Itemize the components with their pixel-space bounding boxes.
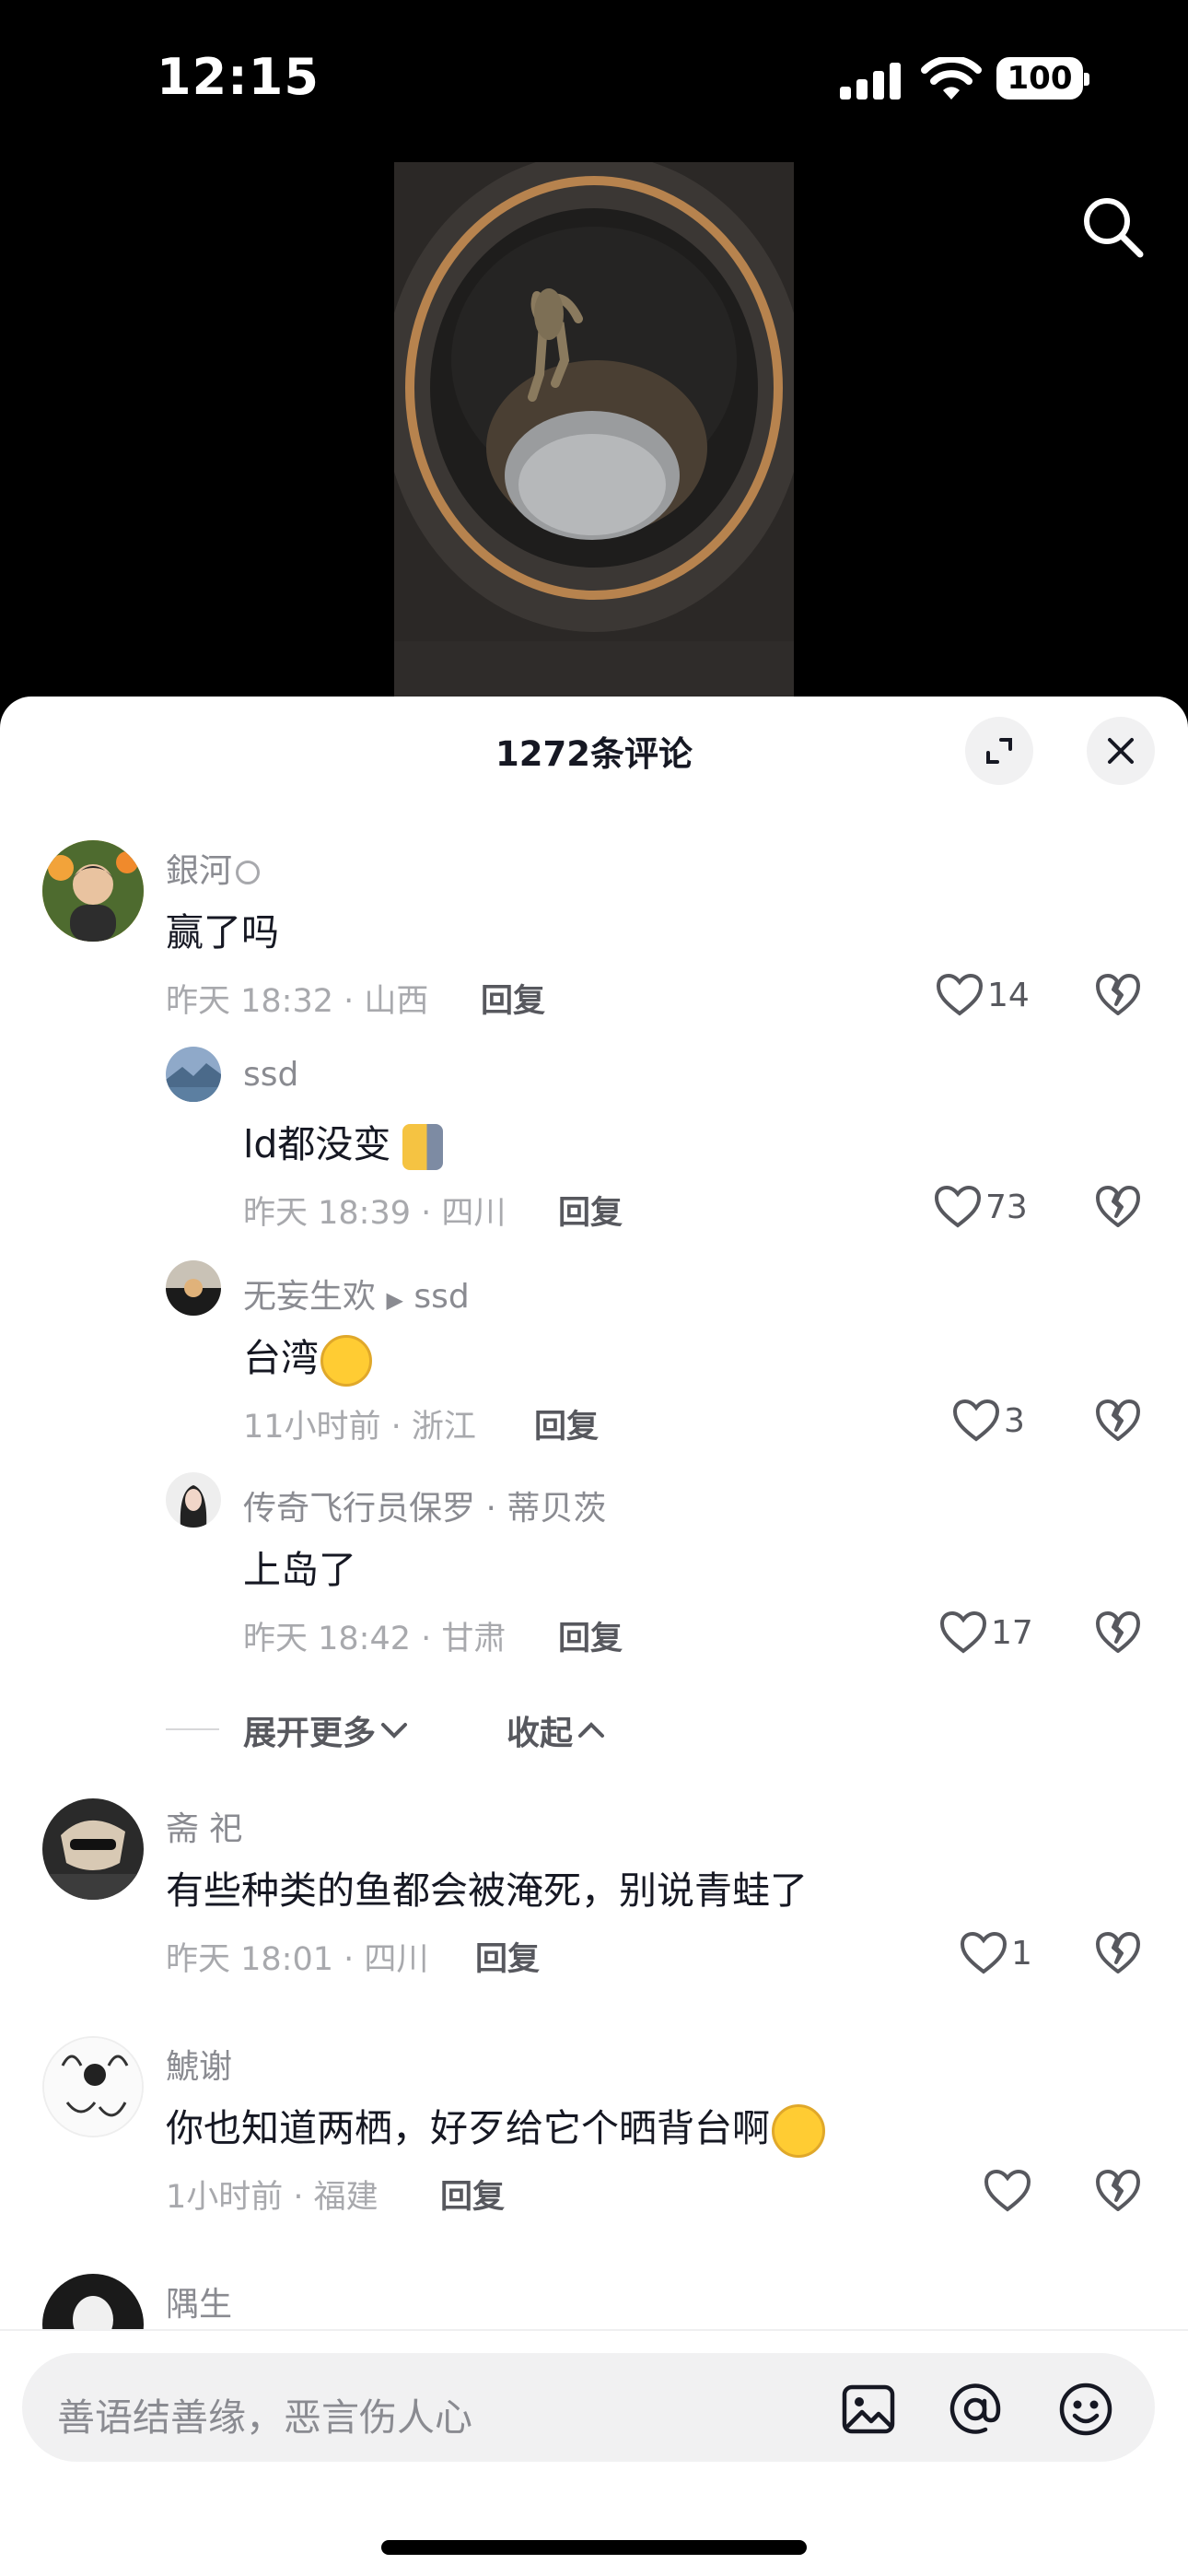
comment-text: 赢了吗: [166, 910, 279, 954]
comment-username[interactable]: ssd: [243, 1056, 298, 1094]
comment-meta: 昨天 18:32 · 山西: [166, 983, 429, 1020]
status-bar: 12:15 100: [0, 0, 1188, 157]
heart-icon: [952, 1399, 1000, 1442]
comment-meta: 昨天 18:39 · 四川: [243, 1195, 507, 1232]
dislike-heart-icon[interactable]: [1094, 1609, 1142, 1657]
grinning-sweat-emoji-icon: [772, 2104, 825, 2158]
mention-icon[interactable]: [947, 2381, 1004, 2438]
expand-sheet-button[interactable]: [965, 717, 1033, 785]
reply-arrow-icon: ▶: [386, 1287, 403, 1313]
search-icon[interactable]: [1077, 192, 1147, 262]
comment-username[interactable]: 隅生: [166, 2277, 232, 2325]
comment-username[interactable]: 銀河: [166, 844, 261, 892]
video-frame-image: [394, 162, 794, 697]
like-count: 14: [987, 976, 1030, 1014]
cat-emoji-icon: [402, 1124, 444, 1170]
thread-divider: [166, 1728, 219, 1730]
cellular-signal-icon: [840, 63, 901, 100]
like-button[interactable]: 14: [936, 971, 1030, 1019]
laughing-tears-emoji-icon: [320, 1335, 372, 1387]
chevron-up-icon: [578, 1722, 605, 1738]
comment-username[interactable]: 鯱谢: [166, 2040, 232, 2088]
emoji-icon[interactable]: [1057, 2381, 1114, 2438]
reply-to-user[interactable]: ssd: [413, 1278, 469, 1316]
input-placeholder: 善语结善缘，恶言伤人心: [57, 2395, 472, 2440]
avatar[interactable]: [166, 1472, 221, 1528]
expand-icon: [986, 738, 1012, 764]
reply-button[interactable]: 回复: [558, 1612, 623, 1659]
close-icon: [1108, 738, 1134, 764]
dislike-heart-icon[interactable]: [1094, 2167, 1142, 2215]
close-button[interactable]: [1087, 717, 1155, 785]
video-player[interactable]: [394, 162, 794, 697]
heart-icon: [936, 973, 984, 1016]
like-count: 3: [1004, 1401, 1025, 1440]
battery-indicator: 100: [996, 57, 1089, 100]
chevron-down-icon: [381, 1723, 408, 1739]
comment-input[interactable]: 善语结善缘，恶言伤人心: [22, 2353, 1155, 2462]
wifi-icon: [921, 57, 982, 100]
status-time: 12:15: [157, 48, 320, 106]
comment-sheet: 1272条评论 銀河 赢了吗 昨天 18:32 · 山西 回复 14 ssd l: [0, 697, 1188, 2576]
comment-meta: 11小时前 · 浙江: [243, 1409, 476, 1446]
comment-meta: 昨天 18:01 · 四川: [166, 1941, 429, 1978]
comment-text: 有些种类的鱼都会被淹死，别说青蛙了: [166, 1868, 808, 1913]
comment-username[interactable]: 传奇飞行员保罗 · 蒂贝茨: [243, 1481, 606, 1529]
comment-text: ld都没变: [243, 1113, 444, 1170]
verified-badge-icon: [236, 861, 261, 884]
avatar[interactable]: [42, 2036, 144, 2137]
heart-icon: [960, 1931, 1007, 1974]
comment-text: 上岛了: [243, 1548, 356, 1592]
like-button[interactable]: 17: [939, 1609, 1033, 1657]
comment-username[interactable]: 斋 祀: [166, 1802, 242, 1850]
reply-button[interactable]: 回复: [475, 1933, 540, 1980]
reply-button[interactable]: 回复: [534, 1400, 599, 1447]
heart-icon: [984, 2169, 1031, 2212]
expand-more-button[interactable]: 展开更多: [243, 1706, 409, 1754]
comment-input-bar: 善语结善缘，恶言伤人心: [0, 2329, 1188, 2576]
dislike-heart-icon[interactable]: [1094, 1397, 1142, 1445]
avatar[interactable]: [166, 1047, 221, 1102]
like-button[interactable]: 3: [952, 1397, 1025, 1445]
like-button[interactable]: [984, 2167, 1035, 2215]
heart-icon: [939, 1610, 987, 1654]
comment-meta: 昨天 18:42 · 甘肃: [243, 1621, 507, 1657]
heart-icon: [934, 1185, 982, 1228]
like-button[interactable]: 73: [934, 1183, 1028, 1231]
home-indicator[interactable]: [381, 2540, 807, 2555]
like-count: 73: [985, 1188, 1028, 1226]
reply-button[interactable]: 回复: [558, 1187, 623, 1234]
like-button[interactable]: 1: [960, 1929, 1032, 1977]
like-count: 1: [1011, 1934, 1032, 1973]
dislike-heart-icon[interactable]: [1094, 1929, 1142, 1977]
collapse-button[interactable]: 收起: [507, 1706, 606, 1754]
comment-text: 台湾: [243, 1327, 372, 1387]
comment-meta: 1小时前 · 福建: [166, 2179, 379, 2216]
avatar[interactable]: [166, 1260, 221, 1316]
avatar[interactable]: [42, 840, 144, 942]
avatar[interactable]: [42, 1798, 144, 1900]
dislike-heart-icon[interactable]: [1094, 1183, 1142, 1231]
reply-button[interactable]: 回复: [481, 975, 545, 1022]
image-icon[interactable]: [840, 2381, 897, 2438]
reply-button[interactable]: 回复: [440, 2171, 505, 2218]
like-count: 17: [991, 1613, 1033, 1652]
comment-username[interactable]: 无妄生欢 ▶ ssd: [243, 1270, 470, 1317]
comment-text: 你也知道两栖，好歹给它个晒背台啊: [166, 2097, 825, 2158]
dislike-heart-icon[interactable]: [1094, 971, 1142, 1019]
